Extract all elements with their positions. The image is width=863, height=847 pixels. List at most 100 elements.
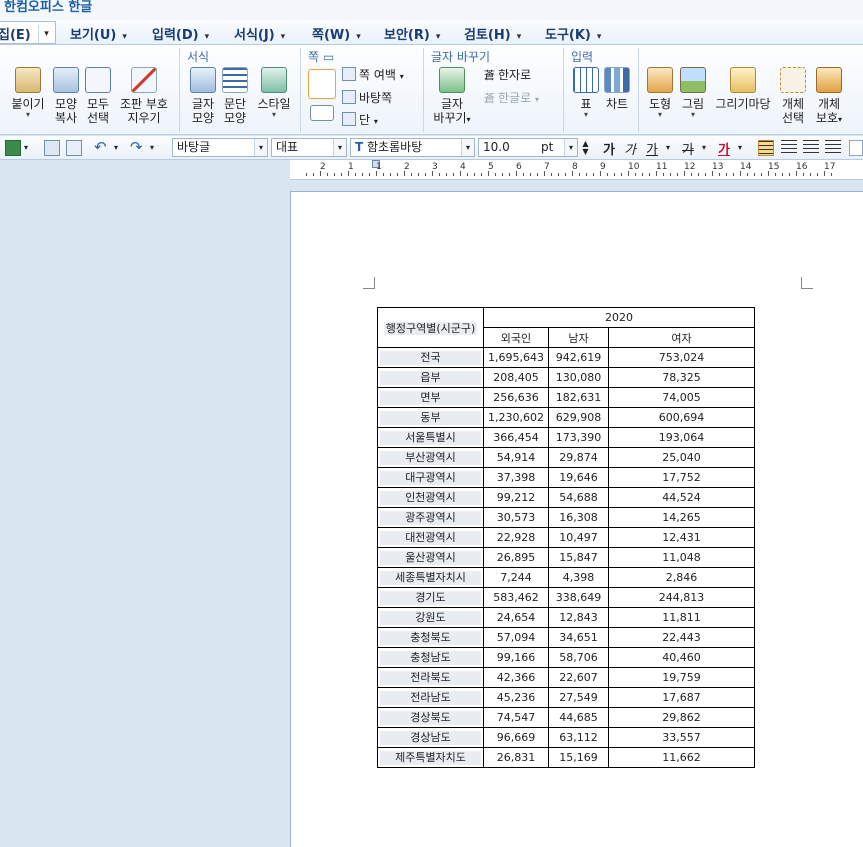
region-cell[interactable]: 경상북도 — [377, 707, 484, 728]
object-select-button[interactable]: 개체 선택 — [778, 67, 808, 125]
region-cell[interactable]: 광주광역시 — [377, 507, 484, 528]
female-cell[interactable]: 14,265 — [607, 507, 755, 528]
italic-button[interactable]: 가 — [624, 139, 636, 158]
hangul-button[interactable]: 蒼 한글로 ▾ — [484, 90, 539, 108]
region-cell[interactable]: 대전광역시 — [377, 527, 484, 548]
female-cell[interactable]: 22,443 — [607, 627, 755, 648]
male-cell[interactable]: 10,497 — [547, 527, 609, 548]
hanja-button[interactable]: 蒼 한자로 — [484, 67, 531, 84]
paste-button[interactable]: 붙이기 ▾ — [8, 67, 48, 119]
align-right-icon[interactable] — [825, 140, 841, 156]
female-cell[interactable]: 78,325 — [607, 367, 755, 388]
female-cell[interactable]: 17,752 — [607, 467, 755, 488]
male-cell[interactable]: 942,619 — [547, 347, 609, 368]
background-page-button[interactable]: 바탕쪽 — [342, 90, 392, 106]
male-cell[interactable]: 182,631 — [547, 387, 609, 408]
female-cell[interactable]: 44,524 — [607, 487, 755, 508]
region-cell[interactable]: 세종특별자치시 — [377, 567, 484, 588]
redo-icon[interactable]: ↷ — [130, 140, 146, 156]
chevron-down-icon[interactable]: ▾ — [114, 140, 124, 156]
stepper-icon[interactable]: ▲ ▼ — [580, 140, 591, 156]
foreign-cell[interactable]: 30,573 — [483, 507, 549, 528]
margin-button[interactable]: 쪽 여백 ▾ — [342, 67, 404, 85]
menu-review[interactable]: 검토(H) ▾ — [464, 24, 521, 43]
chevron-down-icon[interactable]: ▾ — [150, 140, 160, 156]
select-all-button[interactable]: 모두 선택 — [84, 67, 112, 125]
style-button[interactable]: 스타일 ▾ — [254, 67, 294, 119]
distribute-icon[interactable] — [849, 140, 863, 156]
strike-button[interactable]: 가 — [682, 139, 694, 158]
female-cell[interactable]: 244,813 — [607, 587, 755, 608]
table-button[interactable]: 표 ▾ — [572, 67, 600, 119]
male-cell[interactable]: 338,649 — [547, 587, 609, 608]
male-cell[interactable]: 29,874 — [547, 447, 609, 468]
undo-icon[interactable]: ↶ — [94, 140, 110, 156]
chevron-down-icon[interactable]: ▾ — [666, 140, 676, 156]
foreign-cell[interactable]: 256,636 — [483, 387, 549, 408]
female-cell[interactable]: 25,040 — [607, 447, 755, 468]
male-cell[interactable]: 4,398 — [547, 567, 609, 588]
region-cell[interactable]: 강원도 — [377, 607, 484, 628]
char-shape-button[interactable]: 글자 모양 — [188, 67, 218, 125]
region-cell[interactable]: 면부 — [377, 387, 484, 408]
female-cell[interactable]: 11,662 — [607, 747, 755, 768]
region-cell[interactable]: 경상남도 — [377, 727, 484, 748]
menu-page[interactable]: 쪽(W) ▾ — [312, 24, 361, 43]
male-cell[interactable]: 173,390 — [547, 427, 609, 448]
font-select[interactable]: T 함초롬바탕 ▾ — [350, 138, 475, 157]
object-protect-button[interactable]: 개체 보호▾ — [811, 67, 847, 127]
male-cell[interactable]: 629,908 — [547, 407, 609, 428]
foreign-cell[interactable]: 26,895 — [483, 547, 549, 568]
male-cell[interactable]: 44,685 — [547, 707, 609, 728]
foreign-cell[interactable]: 583,462 — [483, 587, 549, 608]
shape-copy-button[interactable]: 모양 복사 — [52, 67, 80, 125]
foreign-cell[interactable]: 45,236 — [483, 687, 549, 708]
region-cell[interactable]: 충청남도 — [377, 647, 484, 668]
female-cell[interactable]: 74,005 — [607, 387, 755, 408]
menu-tools[interactable]: 도구(K) ▾ — [545, 24, 601, 43]
foreign-cell[interactable]: 1,695,643 — [483, 347, 549, 368]
foreign-cell[interactable]: 54,914 — [483, 447, 549, 468]
female-cell[interactable]: 12,431 — [607, 527, 755, 548]
region-cell[interactable]: 충청북도 — [377, 627, 484, 648]
region-cell[interactable]: 인천광역시 — [377, 487, 484, 508]
row-header-cell[interactable]: 행정구역별(시군구) — [377, 307, 484, 348]
female-cell[interactable]: 17,687 — [607, 687, 755, 708]
picture-button[interactable]: 그림 ▾ — [678, 67, 708, 119]
font-color-button[interactable]: 가 — [718, 139, 730, 158]
region-cell[interactable]: 경기도 — [377, 587, 484, 608]
male-cell[interactable]: 27,549 — [547, 687, 609, 708]
female-cell[interactable]: 29,862 — [607, 707, 755, 728]
female-cell[interactable]: 11,811 — [607, 607, 755, 628]
chevron-down-icon[interactable]: ▾ — [738, 140, 748, 156]
language-select[interactable]: 대표 ▾ — [271, 138, 347, 157]
convert-chars-button[interactable]: 글자 바꾸기▾ — [430, 67, 474, 127]
chevron-down-icon[interactable]: ▾ — [564, 139, 577, 156]
shape-button[interactable]: 도형 ▾ — [645, 67, 675, 119]
horizontal-ruler[interactable]: 2 1 1 2 3 4 5 6 7 8 9 10 11 12 13 14 15 16 17 — [290, 160, 863, 180]
region-cell[interactable]: 서울특별시 — [377, 427, 484, 448]
female-cell[interactable]: 2,846 — [607, 567, 755, 588]
col-header-foreign[interactable]: 외국인 — [483, 327, 549, 348]
male-cell[interactable]: 15,847 — [547, 547, 609, 568]
female-cell[interactable]: 40,460 — [607, 647, 755, 668]
region-cell[interactable]: 전라남도 — [377, 687, 484, 708]
para-shape-button[interactable]: 문단 모양 — [220, 67, 250, 125]
region-cell[interactable]: 울산광역시 — [377, 547, 484, 568]
region-cell[interactable]: 읍부 — [377, 367, 484, 388]
female-cell[interactable]: 753,024 — [607, 347, 755, 368]
male-cell[interactable]: 130,080 — [547, 367, 609, 388]
style-select[interactable]: 바탕글 ▾ — [172, 138, 268, 157]
foreign-cell[interactable]: 96,669 — [483, 727, 549, 748]
bold-button[interactable]: 가 — [603, 139, 615, 158]
document-page[interactable]: 행정구역별(시군구) 2020 외국인 남자 여자 전국 1,695,643 942… — [290, 191, 863, 847]
foreign-cell[interactable]: 1,230,602 — [483, 407, 549, 428]
female-cell[interactable]: 33,557 — [607, 727, 755, 748]
male-cell[interactable]: 22,607 — [547, 667, 609, 688]
print-icon[interactable] — [44, 140, 60, 156]
foreign-cell[interactable]: 22,928 — [483, 527, 549, 548]
save-icon[interactable] — [5, 140, 21, 156]
female-cell[interactable]: 600,694 — [607, 407, 755, 428]
region-cell[interactable]: 제주특별자치도 — [377, 747, 484, 768]
male-cell[interactable]: 12,843 — [547, 607, 609, 628]
